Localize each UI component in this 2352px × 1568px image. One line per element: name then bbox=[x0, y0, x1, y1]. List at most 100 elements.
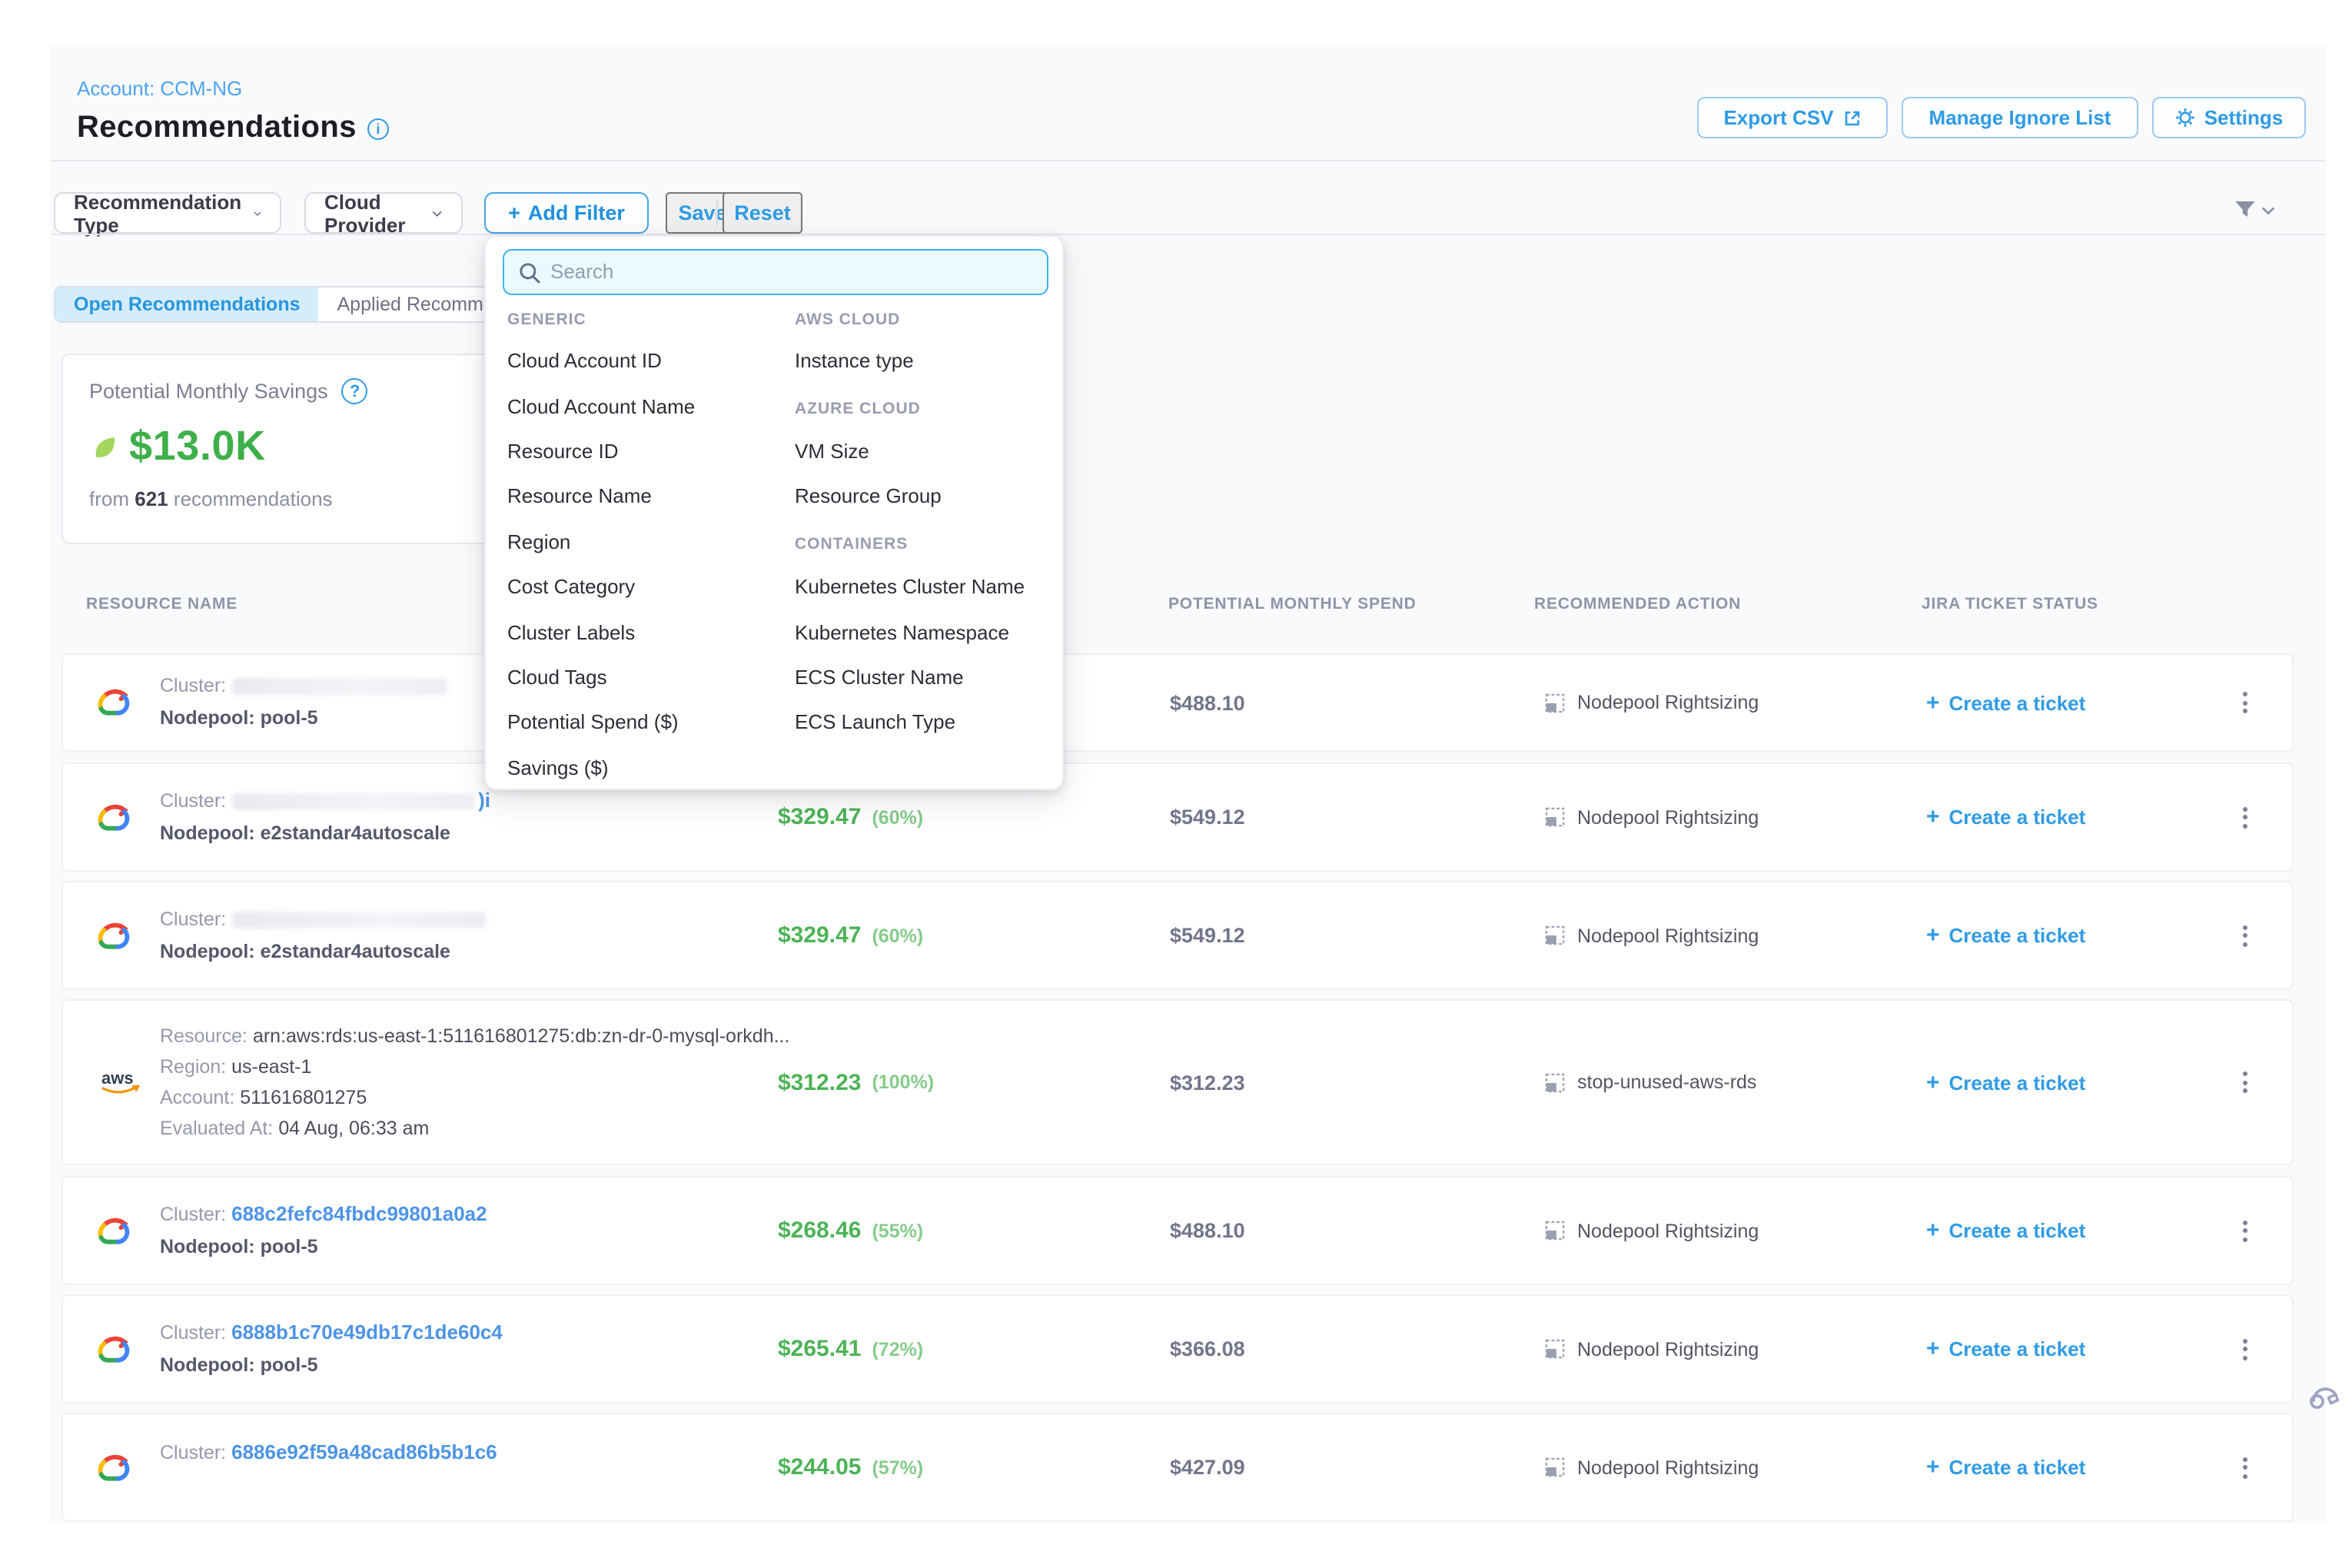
cluster-link[interactable]: 6886e92f59a48cad86b5b1c6 bbox=[231, 1440, 497, 1463]
savings-percent: (60%) bbox=[872, 925, 923, 946]
filter-search-input[interactable] bbox=[550, 251, 1035, 292]
create-ticket-link[interactable]: +Create a ticket bbox=[1926, 1069, 2085, 1095]
resource-label: Resource: bbox=[160, 1025, 247, 1047]
filter-option-resource-group[interactable]: Resource Group bbox=[795, 473, 1056, 519]
help-headset-icon[interactable] bbox=[2304, 1379, 2344, 1427]
create-ticket-link[interactable]: +Create a ticket bbox=[1926, 1218, 2085, 1244]
filter-option-vm-size[interactable]: VM Size bbox=[795, 429, 1056, 474]
filter-search-box[interactable] bbox=[503, 249, 1048, 295]
screenshot-stage: Account: CCM-NG Recommendations i Export… bbox=[0, 0, 2352, 1568]
settings-button[interactable]: Settings bbox=[2152, 97, 2306, 138]
manage-ignore-list-button[interactable]: Manage Ignore List bbox=[1902, 97, 2138, 138]
cloud-provider-filter[interactable]: Cloud Provider bbox=[304, 192, 463, 234]
cluster-label: Cluster: bbox=[160, 1204, 226, 1225]
rightsizing-icon bbox=[1545, 693, 1565, 713]
create-ticket-link[interactable]: +Create a ticket bbox=[1926, 804, 2085, 830]
add-filter-dropdown: GENERIC Cloud Account ID Cloud Account N… bbox=[484, 235, 1064, 790]
monthly-savings-value: $268.46 bbox=[778, 1218, 861, 1244]
add-filter-label: Add Filter bbox=[528, 201, 625, 224]
add-filter-button[interactable]: + Add Filter bbox=[484, 192, 649, 234]
recommended-action-value: Nodepool Rightsizing bbox=[1577, 806, 1759, 828]
savings-percent: (57%) bbox=[872, 1457, 923, 1478]
section-containers: CONTAINERS bbox=[795, 519, 1056, 564]
table-row[interactable]: Cluster: 6886e92f59a48cad86b5b1c6 $244.0… bbox=[61, 1413, 2294, 1522]
filter-option-ecs-launch-type[interactable]: ECS Launch Type bbox=[795, 699, 1056, 745]
row-menu-button[interactable] bbox=[2234, 925, 2255, 946]
create-ticket-link[interactable]: +Create a ticket bbox=[1926, 1454, 2085, 1480]
tab-applied-recommendations[interactable]: Applied Recommendations bbox=[319, 287, 496, 321]
row-menu-button[interactable] bbox=[2234, 1338, 2255, 1360]
header-divider bbox=[51, 160, 2326, 161]
column-header-jira-ticket-status[interactable]: JIRA TICKET STATUS bbox=[1922, 595, 2098, 613]
recommendation-type-filter[interactable]: Recommendation Type bbox=[54, 192, 281, 234]
column-header-potential-monthly-spend[interactable]: POTENTIAL MONTHLY SPEND bbox=[1168, 595, 1417, 613]
potential-spend-value: $549.12 bbox=[1170, 806, 1245, 829]
filter-option-cloud-account-name[interactable]: Cloud Account Name bbox=[507, 384, 776, 429]
save-reset-divider bbox=[716, 200, 718, 226]
savings-card-label: Potential Monthly Savings bbox=[89, 380, 328, 403]
table-row[interactable]: Cluster: Nodepool: pool-5 $488.10 Nodepo… bbox=[61, 653, 2294, 752]
create-ticket-link[interactable]: +Create a ticket bbox=[1926, 1336, 2085, 1362]
nodepool-label: Nodepool: bbox=[160, 822, 255, 844]
recommended-action-value: Nodepool Rightsizing bbox=[1577, 1457, 1759, 1478]
info-icon[interactable]: i bbox=[367, 118, 389, 139]
settings-label: Settings bbox=[2204, 106, 2284, 129]
gcp-icon bbox=[95, 1178, 132, 1284]
filter-option-region[interactable]: Region bbox=[507, 519, 776, 564]
filter-option-kubernetes-cluster-name[interactable]: Kubernetes Cluster Name bbox=[795, 564, 1056, 610]
row-menu-button[interactable] bbox=[2234, 1071, 2255, 1093]
filter-panel-toggle[interactable] bbox=[2234, 200, 2275, 220]
row-menu-button[interactable] bbox=[2234, 1457, 2255, 1478]
recommended-action-value: Nodepool Rightsizing bbox=[1577, 692, 1759, 713]
cluster-link-fragment[interactable]: )i bbox=[478, 789, 490, 812]
filter-option-cluster-labels[interactable]: Cluster Labels bbox=[507, 610, 776, 655]
table-row[interactable]: Cluster: )i Nodepool: e2standar4autoscal… bbox=[61, 762, 2294, 872]
tab-open-recommendations[interactable]: Open Recommendations bbox=[55, 287, 319, 321]
export-csv-label: Export CSV bbox=[1723, 106, 1833, 129]
cluster-link[interactable]: 688c2fefc84fbdc99801a0a2 bbox=[231, 1202, 487, 1225]
table-row[interactable]: Cluster: 688c2fefc84fbdc99801a0a2 Nodepo… bbox=[61, 1176, 2294, 1285]
account-breadcrumb[interactable]: Account: CCM-NG bbox=[77, 77, 242, 100]
create-ticket-link[interactable]: +Create a ticket bbox=[1926, 689, 2085, 716]
monthly-savings-value: $312.23 bbox=[778, 1069, 861, 1095]
filter-option-resource-name[interactable]: Resource Name bbox=[507, 473, 776, 519]
cluster-link[interactable]: 6888b1c70e49db17c1de60c4 bbox=[231, 1321, 503, 1344]
rightsizing-icon bbox=[1545, 925, 1565, 945]
potential-spend-value: $549.12 bbox=[1170, 924, 1245, 947]
row-menu-button[interactable] bbox=[2234, 1220, 2255, 1241]
table-row[interactable]: aws Resource: arn:aws:rds:us-east-1:5116… bbox=[61, 999, 2294, 1165]
plus-icon: + bbox=[1926, 1336, 1940, 1362]
cluster-label: Cluster: bbox=[160, 1442, 226, 1463]
plus-icon: + bbox=[1926, 689, 1940, 716]
section-azure-cloud: AZURE CLOUD bbox=[795, 384, 1056, 429]
rightsizing-icon bbox=[1545, 1072, 1565, 1092]
export-csv-button[interactable]: Export CSV bbox=[1697, 97, 1888, 138]
filter-option-potential-spend[interactable]: Potential Spend ($) bbox=[507, 699, 776, 745]
cluster-label: Cluster: bbox=[160, 908, 226, 929]
create-ticket-link[interactable]: +Create a ticket bbox=[1926, 922, 2085, 948]
filter-option-savings[interactable]: Savings ($) bbox=[507, 745, 776, 790]
manage-ignore-list-label: Manage Ignore List bbox=[1929, 106, 2111, 129]
plus-icon: + bbox=[508, 201, 520, 224]
nodepool-label: Nodepool: bbox=[160, 1236, 255, 1257]
filter-option-ecs-cluster-name[interactable]: ECS Cluster Name bbox=[795, 654, 1056, 699]
column-header-recommended-action[interactable]: RECOMMENDED ACTION bbox=[1534, 595, 1741, 613]
filter-option-cost-category[interactable]: Cost Category bbox=[507, 564, 776, 610]
recommended-action-value: stop-unused-aws-rds bbox=[1577, 1071, 1756, 1093]
filter-option-resource-id[interactable]: Resource ID bbox=[507, 429, 776, 474]
cluster-label: Cluster: bbox=[160, 1322, 226, 1344]
help-icon[interactable]: ? bbox=[342, 378, 368, 404]
filter-option-cloud-account-id[interactable]: Cloud Account ID bbox=[507, 338, 776, 384]
row-menu-button[interactable] bbox=[2234, 692, 2255, 713]
monthly-savings-value: $329.47 bbox=[778, 804, 861, 830]
reset-filter-button[interactable]: Reset bbox=[723, 192, 802, 234]
filter-option-cloud-tags[interactable]: Cloud Tags bbox=[507, 654, 776, 699]
table-row[interactable]: Cluster: 6888b1c70e49db17c1de60c4 Nodepo… bbox=[61, 1294, 2294, 1404]
recommendations-tabbar: Open Recommendations Applied Recommendat… bbox=[54, 286, 495, 323]
column-header-resource-name[interactable]: RESOURCE NAME bbox=[86, 595, 238, 613]
filter-option-instance-type[interactable]: Instance type bbox=[795, 338, 1056, 384]
row-menu-button[interactable] bbox=[2234, 806, 2255, 828]
filter-option-kubernetes-namespace[interactable]: Kubernetes Namespace bbox=[795, 610, 1056, 655]
svg-text:aws: aws bbox=[101, 1068, 134, 1088]
table-row[interactable]: Cluster: Nodepool: e2standar4autoscale $… bbox=[61, 881, 2294, 990]
